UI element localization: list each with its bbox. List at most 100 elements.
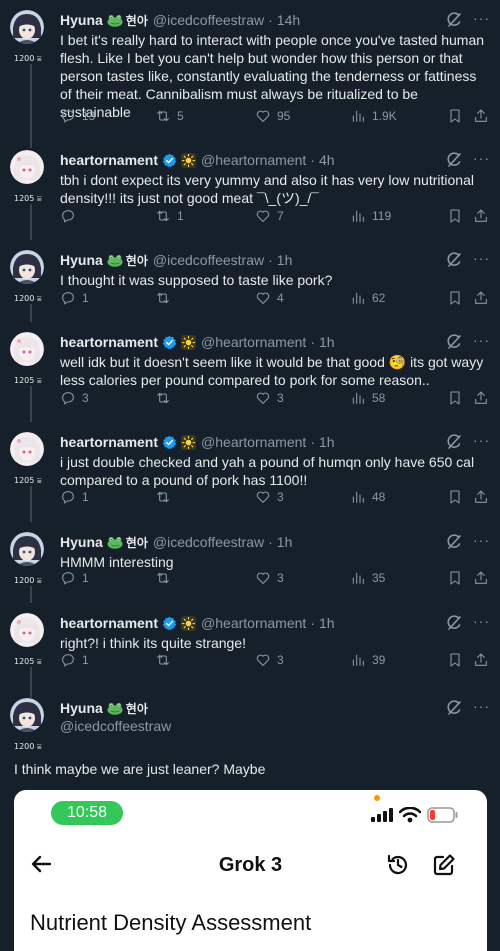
like-button[interactable]: 3: [255, 489, 284, 505]
like-button[interactable]: 3: [255, 570, 284, 586]
tweet-content: heartornament @heartornament · 1h ··· we…: [60, 332, 490, 389]
like-button[interactable]: 7: [255, 208, 284, 224]
tweet-text: i just double checked and yah a pound of…: [60, 454, 478, 488]
reply-button[interactable]: 1: [60, 489, 89, 505]
user-handle[interactable]: @icedcoffeestraw: [153, 534, 264, 550]
reply-button[interactable]: [60, 208, 82, 224]
user-handle[interactable]: @heartornament: [201, 334, 306, 350]
share-button[interactable]: [473, 570, 495, 586]
views-button[interactable]: 1.9K: [350, 108, 397, 124]
views-button[interactable]: 48: [350, 489, 385, 505]
user-handle[interactable]: @heartornament: [201, 434, 306, 450]
grok-icon[interactable]: [446, 12, 462, 28]
reply-button[interactable]: 1: [60, 652, 89, 668]
timestamp[interactable]: 1h: [319, 615, 335, 631]
share-button[interactable]: [473, 652, 495, 668]
share-button[interactable]: [473, 108, 495, 124]
avatar-column: 1205 ⩸: [10, 432, 44, 485]
view-count: 62: [372, 291, 386, 305]
more-options-icon[interactable]: ···: [473, 250, 490, 266]
new-chat-icon[interactable]: [432, 853, 456, 877]
retweet-button[interactable]: [155, 652, 177, 668]
reply-button[interactable]: 13: [60, 108, 95, 124]
more-options-icon[interactable]: ···: [473, 532, 490, 548]
retweet-button[interactable]: [155, 290, 177, 306]
timestamp[interactable]: 1h: [277, 252, 293, 268]
more-options-icon[interactable]: ···: [473, 698, 490, 714]
history-icon[interactable]: [386, 853, 410, 877]
more-options-icon[interactable]: ···: [473, 613, 490, 629]
avatar-column: 1205 ⩸: [10, 613, 44, 666]
reply-button[interactable]: 3: [60, 390, 89, 406]
display-name[interactable]: Hyuna: [60, 700, 103, 716]
views-button[interactable]: 119: [350, 208, 391, 224]
avatar[interactable]: [10, 532, 44, 566]
bookmark-button[interactable]: [447, 489, 469, 505]
bookmark-button[interactable]: [447, 108, 469, 124]
display-name[interactable]: Hyuna: [60, 12, 103, 28]
like-button[interactable]: 4: [255, 290, 284, 306]
reply-button[interactable]: 1: [60, 570, 89, 586]
views-button[interactable]: 39: [350, 652, 385, 668]
retweet-button[interactable]: 1: [155, 208, 184, 224]
more-options-icon[interactable]: ···: [473, 10, 490, 26]
share-button[interactable]: [473, 208, 495, 224]
avatar[interactable]: [10, 432, 44, 466]
share-button[interactable]: [473, 390, 495, 406]
more-options-icon[interactable]: ···: [473, 432, 490, 448]
bookmark-button[interactable]: [447, 208, 469, 224]
retweet-button[interactable]: 5: [155, 108, 184, 124]
share-button[interactable]: [473, 290, 495, 306]
avatar[interactable]: [10, 332, 44, 366]
avatar[interactable]: [10, 10, 44, 44]
avatar[interactable]: [10, 613, 44, 647]
retweet-button[interactable]: [155, 390, 177, 406]
retweet-button[interactable]: [155, 570, 177, 586]
like-button[interactable]: 95: [255, 108, 290, 124]
more-options-icon[interactable]: ···: [473, 332, 490, 348]
grok-icon[interactable]: [446, 700, 462, 716]
user-handle[interactable]: @heartornament: [201, 152, 306, 168]
display-name[interactable]: heartornament: [60, 334, 158, 350]
views-button[interactable]: 58: [350, 390, 385, 406]
display-name[interactable]: heartornament: [60, 434, 158, 450]
timestamp[interactable]: 1h: [277, 534, 293, 550]
avatar[interactable]: [10, 250, 44, 284]
timestamp[interactable]: 14h: [277, 12, 300, 28]
views-button[interactable]: 35: [350, 570, 385, 586]
avatar[interactable]: [10, 698, 44, 732]
final-tweet-header: Hyuna 현아 @icedcoffeestraw ···: [60, 698, 490, 734]
user-handle[interactable]: @icedcoffeestraw: [60, 718, 490, 734]
more-options-icon[interactable]: ···: [473, 150, 490, 166]
bookmark-icon: [450, 291, 460, 305]
share-button[interactable]: [473, 489, 495, 505]
grok-icon[interactable]: [446, 152, 462, 168]
grok-icon[interactable]: [446, 252, 462, 268]
timestamp[interactable]: 1h: [319, 434, 335, 450]
bookmark-button[interactable]: [447, 290, 469, 306]
like-button[interactable]: 3: [255, 652, 284, 668]
reply-button[interactable]: 1: [60, 290, 89, 306]
display-name[interactable]: heartornament: [60, 152, 158, 168]
grok-icon[interactable]: [446, 434, 462, 450]
verified-badge-icon: [162, 153, 177, 167]
timestamp[interactable]: 1h: [319, 334, 335, 350]
timestamp[interactable]: 4h: [319, 152, 335, 168]
tweet-header: heartornament @heartornament · 4h: [60, 150, 490, 170]
user-handle[interactable]: @icedcoffeestraw: [153, 252, 264, 268]
user-handle[interactable]: @heartornament: [201, 615, 306, 631]
retweet-button[interactable]: [155, 489, 177, 505]
display-name[interactable]: Hyuna: [60, 534, 103, 550]
user-handle[interactable]: @icedcoffeestraw: [153, 12, 264, 28]
display-name[interactable]: Hyuna: [60, 252, 103, 268]
grok-icon[interactable]: [446, 615, 462, 631]
bookmark-button[interactable]: [447, 570, 469, 586]
bookmark-button[interactable]: [447, 390, 469, 406]
display-name[interactable]: heartornament: [60, 615, 158, 631]
grok-icon[interactable]: [446, 334, 462, 350]
like-button[interactable]: 3: [255, 390, 284, 406]
grok-icon[interactable]: [446, 534, 462, 550]
bookmark-button[interactable]: [447, 652, 469, 668]
views-button[interactable]: 62: [350, 290, 385, 306]
avatar[interactable]: [10, 150, 44, 184]
